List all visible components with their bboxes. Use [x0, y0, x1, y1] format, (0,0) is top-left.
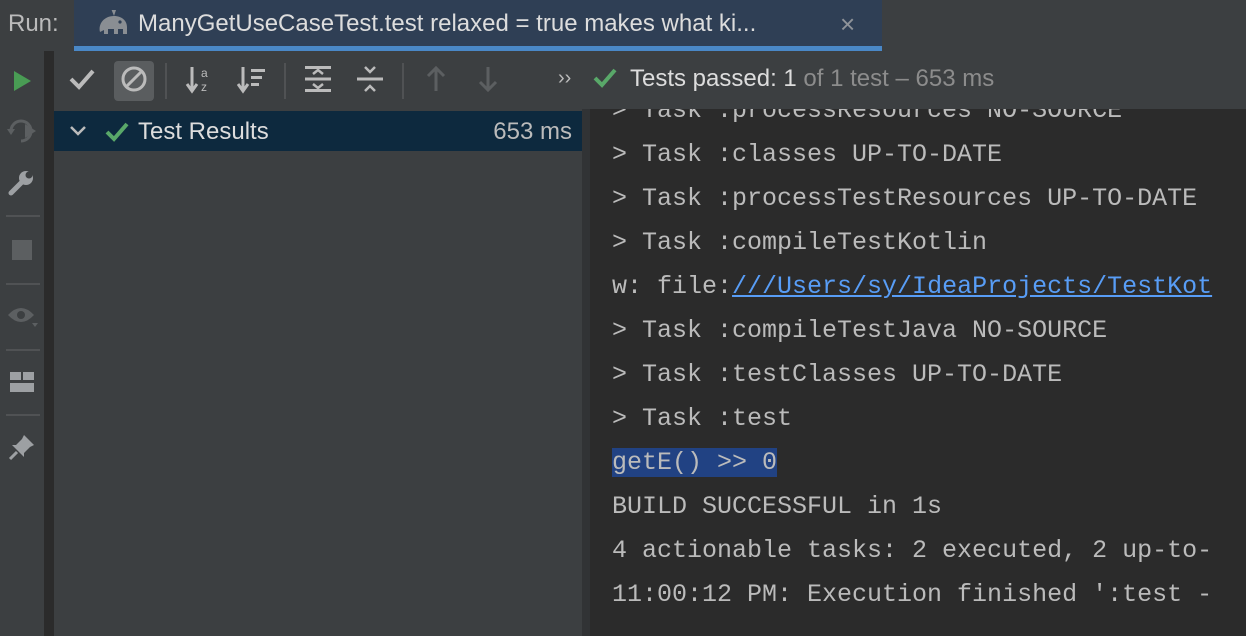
expand-all-icon	[303, 64, 333, 99]
console-line: 4 actionable tasks: 2 executed, 2 up-to-	[612, 536, 1213, 565]
console-line: > Task :compileTestKotlin	[612, 228, 988, 257]
sort-alphabetically-button[interactable]: a z	[180, 61, 220, 101]
console-line: BUILD SUCCESSFUL in 1s	[612, 492, 943, 521]
pin-icon[interactable]	[4, 429, 40, 465]
console-line: > Task :test	[612, 404, 793, 433]
tests-passed-check-icon	[592, 66, 618, 95]
toolbar-separator	[6, 414, 40, 416]
test-results-label: Test Results	[138, 118, 269, 145]
console-output[interactable]: > Task :processResources NO-SOURCE > Tas…	[590, 109, 1246, 636]
console-warning-line: w: file:///Users/sy/IdeaProjects/TestKot	[612, 265, 1212, 309]
test-runner-toolbar: a z ›› Tests passed: 1 of 1 test – 653 m…	[54, 51, 1246, 109]
console-line: > Task :compileTestJava NO-SOURCE	[612, 316, 1108, 345]
toolbar-separator	[6, 349, 40, 351]
run-tool-window-header: Run: ManyGetUseCaseTest.test relaxed = t…	[0, 0, 1246, 51]
toolbar-separator	[402, 63, 404, 99]
layout-icon[interactable]	[4, 364, 40, 400]
console-line: > Task :processTestResources UP-TO-DATE	[612, 184, 1198, 213]
console-line: > Task :testClasses UP-TO-DATE	[612, 360, 1063, 389]
console-lines: > Task :processResources NO-SOURCE > Tas…	[612, 109, 1212, 617]
sort-by-duration-button[interactable]	[232, 61, 272, 101]
run-config-tab[interactable]: ManyGetUseCaseTest.test relaxed = true m…	[74, 0, 882, 51]
chevron-down-icon[interactable]	[68, 121, 88, 146]
show-passed-button[interactable]	[62, 61, 102, 101]
sort-alpha-icon: a z	[185, 64, 215, 99]
svg-text:a: a	[201, 66, 208, 80]
run-icon[interactable]	[4, 63, 40, 99]
arrow-up-icon	[424, 65, 448, 98]
ignored-icon	[120, 65, 148, 98]
test-results-duration: 653 ms	[493, 118, 572, 145]
show-ignored-button[interactable]	[114, 61, 154, 101]
tests-passed-count: Tests passed: 1	[630, 65, 797, 92]
console-line: 11:00:12 PM: Execution finished ':test -	[612, 580, 1213, 609]
test-status-summary: Tests passed: 1 of 1 test – 653 ms	[630, 65, 994, 93]
console-line: > Task :processResources NO-SOURCE	[612, 109, 1123, 125]
warning-prefix: w: file:	[612, 272, 733, 301]
gradle-elephant-icon	[96, 6, 130, 43]
collapse-all-icon	[355, 64, 385, 99]
stop-icon[interactable]	[4, 232, 40, 268]
toolbar-separator	[284, 63, 286, 99]
test-tree-root-row[interactable]: Test Results 653 ms	[54, 111, 582, 151]
test-tree-panel: Test Results 653 ms	[54, 109, 582, 636]
close-tab-icon[interactable]: ×	[840, 9, 855, 40]
run-config-tab-title: ManyGetUseCaseTest.test relaxed = true m…	[138, 10, 757, 37]
panel-splitter[interactable]	[582, 109, 590, 636]
selected-text: getE() >> 0	[612, 448, 778, 477]
arrow-down-icon	[476, 65, 500, 98]
wrench-icon[interactable]	[4, 165, 40, 201]
collapse-all-button[interactable]	[350, 61, 390, 101]
console-line-selected[interactable]: getE() >> 0	[612, 441, 1212, 485]
next-failed-button[interactable]	[468, 61, 508, 101]
toolbar-separator	[165, 63, 167, 99]
console-line: > Task :classes UP-TO-DATE	[612, 140, 1003, 169]
more-actions-chevron-icon[interactable]: ››	[558, 67, 571, 90]
tests-total-duration: of 1 test – 653 ms	[796, 65, 995, 92]
eye-icon[interactable]	[4, 299, 40, 335]
rerun-failed-icon[interactable]	[4, 113, 40, 149]
file-link[interactable]: ///Users/sy/IdeaProjects/TestKot	[732, 272, 1212, 301]
previous-failed-button[interactable]	[416, 61, 456, 101]
svg-text:z: z	[201, 80, 207, 94]
checkmark-icon	[68, 67, 96, 96]
test-passed-icon	[104, 121, 130, 148]
toolbar-separator	[6, 283, 40, 285]
run-side-toolbar	[0, 51, 44, 636]
expand-all-button[interactable]	[298, 61, 338, 101]
toolbar-separator	[6, 215, 40, 217]
run-label: Run:	[8, 10, 59, 37]
sort-duration-icon	[236, 64, 267, 99]
